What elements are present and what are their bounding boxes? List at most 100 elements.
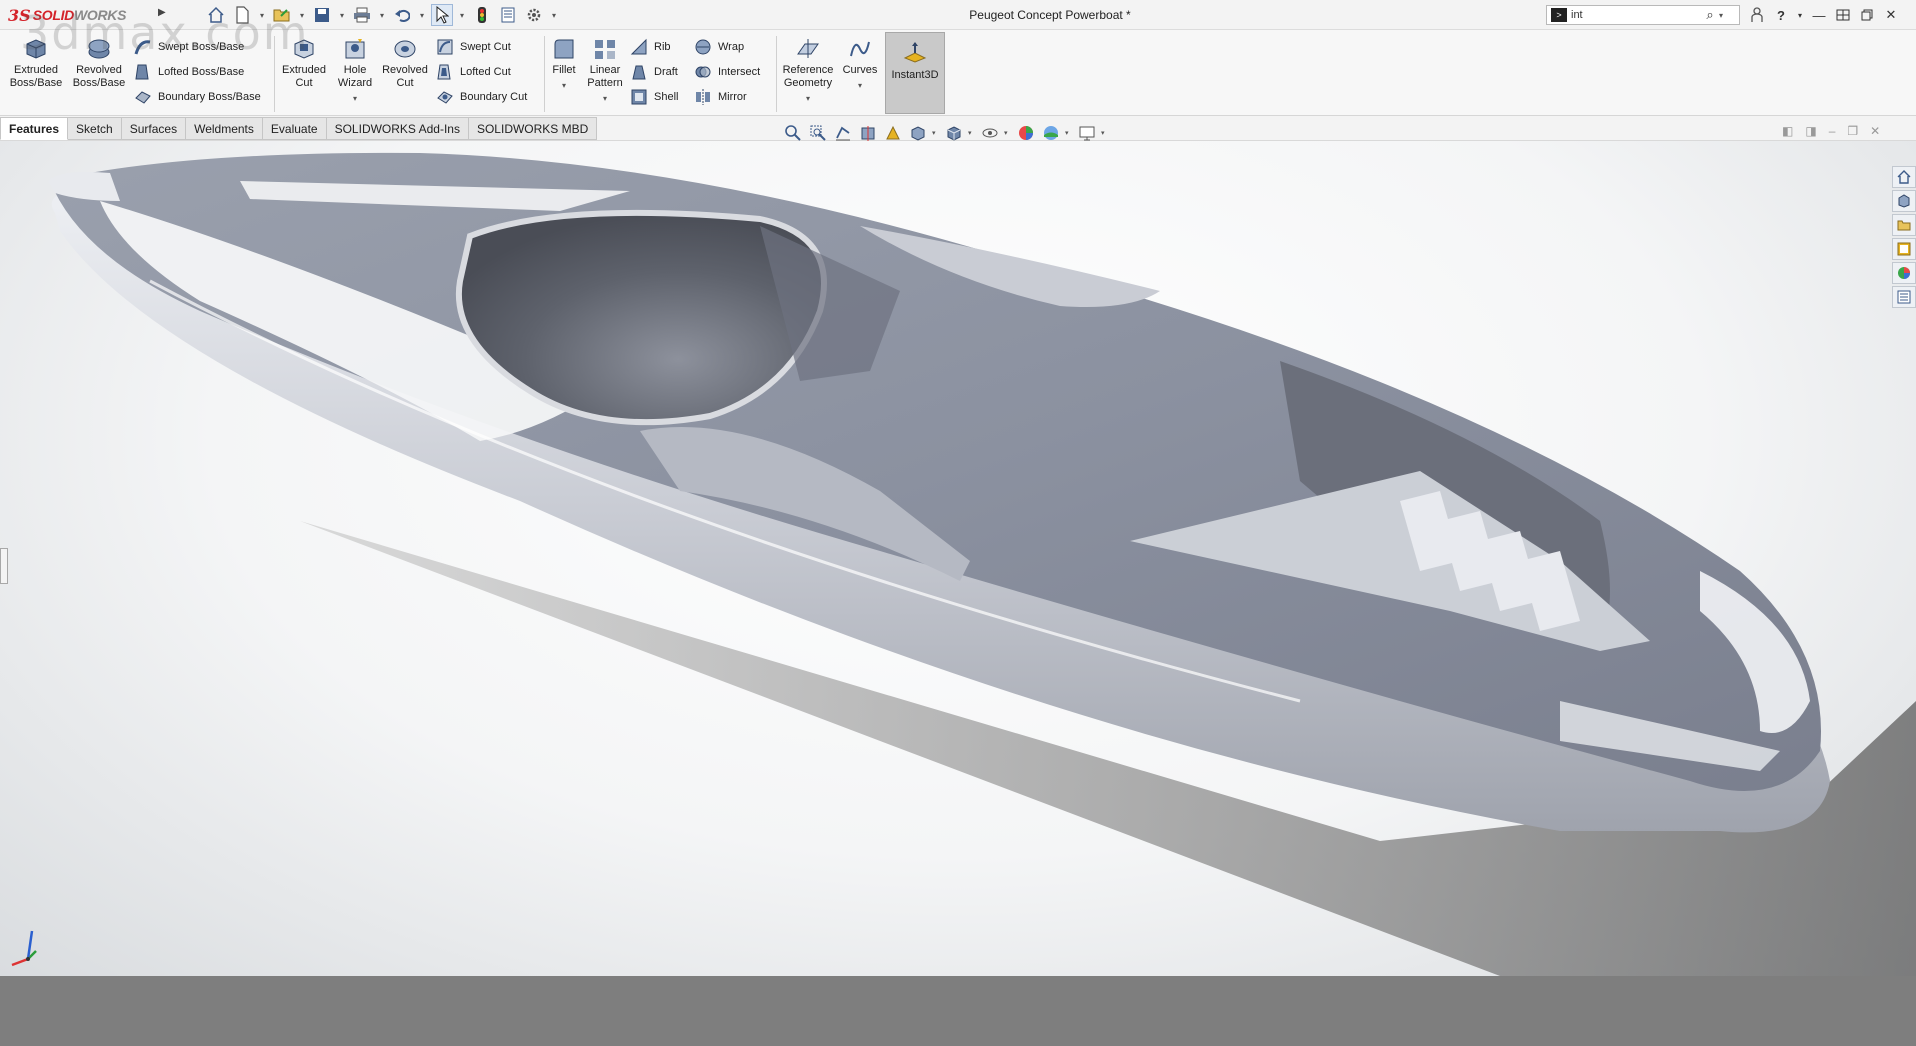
feature-manager-collapse-handle[interactable]: [0, 548, 8, 584]
tab-sketch[interactable]: Sketch: [68, 117, 122, 140]
viewport-close-icon[interactable]: ✕: [1870, 124, 1880, 138]
undo-dropdown-icon[interactable]: ▾: [417, 4, 427, 26]
hole-wizard-dropdown-icon[interactable]: ▾: [353, 92, 357, 105]
appearances-scenes-icon[interactable]: [1892, 262, 1916, 284]
tile-left-icon[interactable]: ◧: [1782, 124, 1793, 138]
open-folder-icon[interactable]: [271, 4, 293, 26]
intersect-button[interactable]: Intersect: [694, 61, 760, 83]
print-icon[interactable]: [351, 4, 373, 26]
extruded-boss-button[interactable]: Extruded Boss/Base: [6, 36, 66, 112]
custom-properties-icon[interactable]: [1892, 286, 1916, 308]
curves-button[interactable]: Curves ▾: [838, 36, 882, 112]
restore-icon[interactable]: [1858, 4, 1876, 26]
hide-show-dropdown-icon[interactable]: ▾: [1004, 129, 1012, 137]
revolved-cut-button[interactable]: Revolved Cut: [380, 36, 430, 112]
help-dropdown-icon[interactable]: ▾: [1796, 4, 1804, 26]
previous-view-icon[interactable]: [832, 122, 854, 144]
hole-wizard-button[interactable]: Hole Wizard ▾: [332, 36, 378, 112]
apply-scene-dropdown-icon[interactable]: ▾: [1065, 129, 1073, 137]
view-orientation-icon[interactable]: [907, 122, 929, 144]
close-icon[interactable]: ✕: [1882, 4, 1900, 26]
help-question-icon[interactable]: ?: [1772, 4, 1790, 26]
apply-scene-icon[interactable]: [1040, 122, 1062, 144]
tab-evaluate[interactable]: Evaluate: [262, 117, 327, 140]
tab-surfaces[interactable]: Surfaces: [121, 117, 187, 140]
mirror-button[interactable]: Mirror: [694, 86, 747, 108]
command-manager-ribbon: Extruded Boss/Base Revolved Boss/Base Sw…: [0, 30, 1916, 116]
linear-pattern-button[interactable]: Linear Pattern ▾: [584, 36, 626, 112]
file-explorer-icon[interactable]: [1892, 214, 1916, 236]
revolved-boss-button[interactable]: Revolved Boss/Base: [68, 36, 130, 112]
graphics-area[interactable]: [0, 141, 1916, 976]
tile-right-icon[interactable]: ◨: [1805, 124, 1816, 138]
select-pointer-icon[interactable]: [431, 4, 453, 26]
reference-geometry-button[interactable]: Reference Geometry ▾: [780, 36, 836, 112]
swept-boss-button[interactable]: Swept Boss/Base: [134, 36, 244, 58]
section-view-icon[interactable]: [857, 122, 879, 144]
user-icon[interactable]: [1748, 4, 1766, 26]
save-icon[interactable]: [311, 4, 333, 26]
rib-button[interactable]: Rib: [630, 36, 671, 58]
design-library-icon[interactable]: [1892, 190, 1916, 212]
instant3d-button[interactable]: Instant3D: [885, 32, 945, 114]
curves-dropdown-icon[interactable]: ▾: [858, 79, 862, 92]
undo-icon[interactable]: [391, 4, 413, 26]
options-dropdown-icon[interactable]: ▾: [549, 4, 559, 26]
search-dropdown-icon[interactable]: ▾: [1719, 11, 1729, 20]
tab-solidworks-mbd[interactable]: SOLIDWORKS MBD: [468, 117, 598, 140]
view-settings-icon[interactable]: [1076, 122, 1098, 144]
reference-geometry-dropdown-icon[interactable]: ▾: [806, 92, 810, 105]
draft-icon: [632, 65, 646, 80]
linear-pattern-icon: [595, 40, 615, 59]
fillet-button[interactable]: Fillet ▾: [548, 36, 580, 112]
print-dropdown-icon[interactable]: ▾: [377, 4, 387, 26]
lofted-boss-button[interactable]: Lofted Boss/Base: [134, 61, 244, 83]
solidworks-logo[interactable]: 3S SOLIDWORKS: [8, 4, 126, 26]
tile-windows-icon[interactable]: [1834, 4, 1852, 26]
tab-solidworks-add-ins[interactable]: SOLIDWORKS Add-Ins: [326, 117, 469, 140]
tab-weldments[interactable]: Weldments: [186, 117, 263, 140]
select-dropdown-icon[interactable]: ▾: [457, 4, 467, 26]
viewport-restore-icon[interactable]: ❐: [1847, 124, 1858, 138]
view-settings-dropdown-icon[interactable]: ▾: [1101, 129, 1109, 137]
display-style-icon[interactable]: [943, 122, 965, 144]
wrap-button[interactable]: Wrap: [694, 36, 744, 58]
shell-button[interactable]: Shell: [630, 86, 678, 108]
revolved-boss-label: Revolved Boss/Base: [72, 64, 126, 89]
home-icon[interactable]: [205, 4, 227, 26]
display-style-dropdown-icon[interactable]: ▾: [968, 129, 976, 137]
menu-expand-icon[interactable]: ▶: [158, 7, 172, 23]
linear-pattern-dropdown-icon[interactable]: ▾: [603, 92, 607, 105]
edit-appearance-icon[interactable]: [1015, 122, 1037, 144]
boundary-cut-button[interactable]: Boundary Cut: [436, 86, 527, 108]
view-orientation-dropdown-icon[interactable]: ▾: [932, 129, 940, 137]
dynamic-annotation-icon[interactable]: [882, 122, 904, 144]
command-search-icon[interactable]: >: [1551, 8, 1567, 22]
save-dropdown-icon[interactable]: ▾: [337, 4, 347, 26]
open-dropdown-icon[interactable]: ▾: [297, 4, 307, 26]
new-document-icon[interactable]: [231, 4, 253, 26]
options-gear-icon[interactable]: [523, 4, 545, 26]
revolved-boss-icon: [88, 39, 110, 59]
viewport-minimize-icon[interactable]: –: [1829, 124, 1836, 138]
traffic-light-icon[interactable]: [471, 4, 493, 26]
hide-show-items-icon[interactable]: [979, 122, 1001, 144]
magnifier-icon[interactable]: ⌕: [1701, 7, 1719, 23]
fillet-dropdown-icon[interactable]: ▾: [562, 79, 566, 92]
zoom-to-area-icon[interactable]: [807, 122, 829, 144]
extruded-cut-button[interactable]: Extruded Cut: [278, 36, 330, 112]
search-input[interactable]: [1571, 9, 1701, 21]
solidworks-resources-home-icon[interactable]: [1892, 166, 1916, 188]
swept-cut-button[interactable]: Swept Cut: [436, 36, 511, 58]
draft-button[interactable]: Draft: [630, 61, 678, 83]
new-dropdown-icon[interactable]: ▾: [257, 4, 267, 26]
zoom-to-fit-icon[interactable]: [782, 122, 804, 144]
minimize-icon[interactable]: —: [1810, 4, 1828, 26]
powerboat-model[interactable]: [0, 141, 1916, 976]
view-palette-icon[interactable]: [1892, 238, 1916, 260]
extruded-cut-icon: [294, 39, 314, 59]
boundary-boss-button[interactable]: Boundary Boss/Base: [134, 86, 261, 108]
tab-features[interactable]: Features: [0, 117, 69, 140]
file-properties-icon[interactable]: [497, 4, 519, 26]
lofted-cut-button[interactable]: Lofted Cut: [436, 61, 511, 83]
